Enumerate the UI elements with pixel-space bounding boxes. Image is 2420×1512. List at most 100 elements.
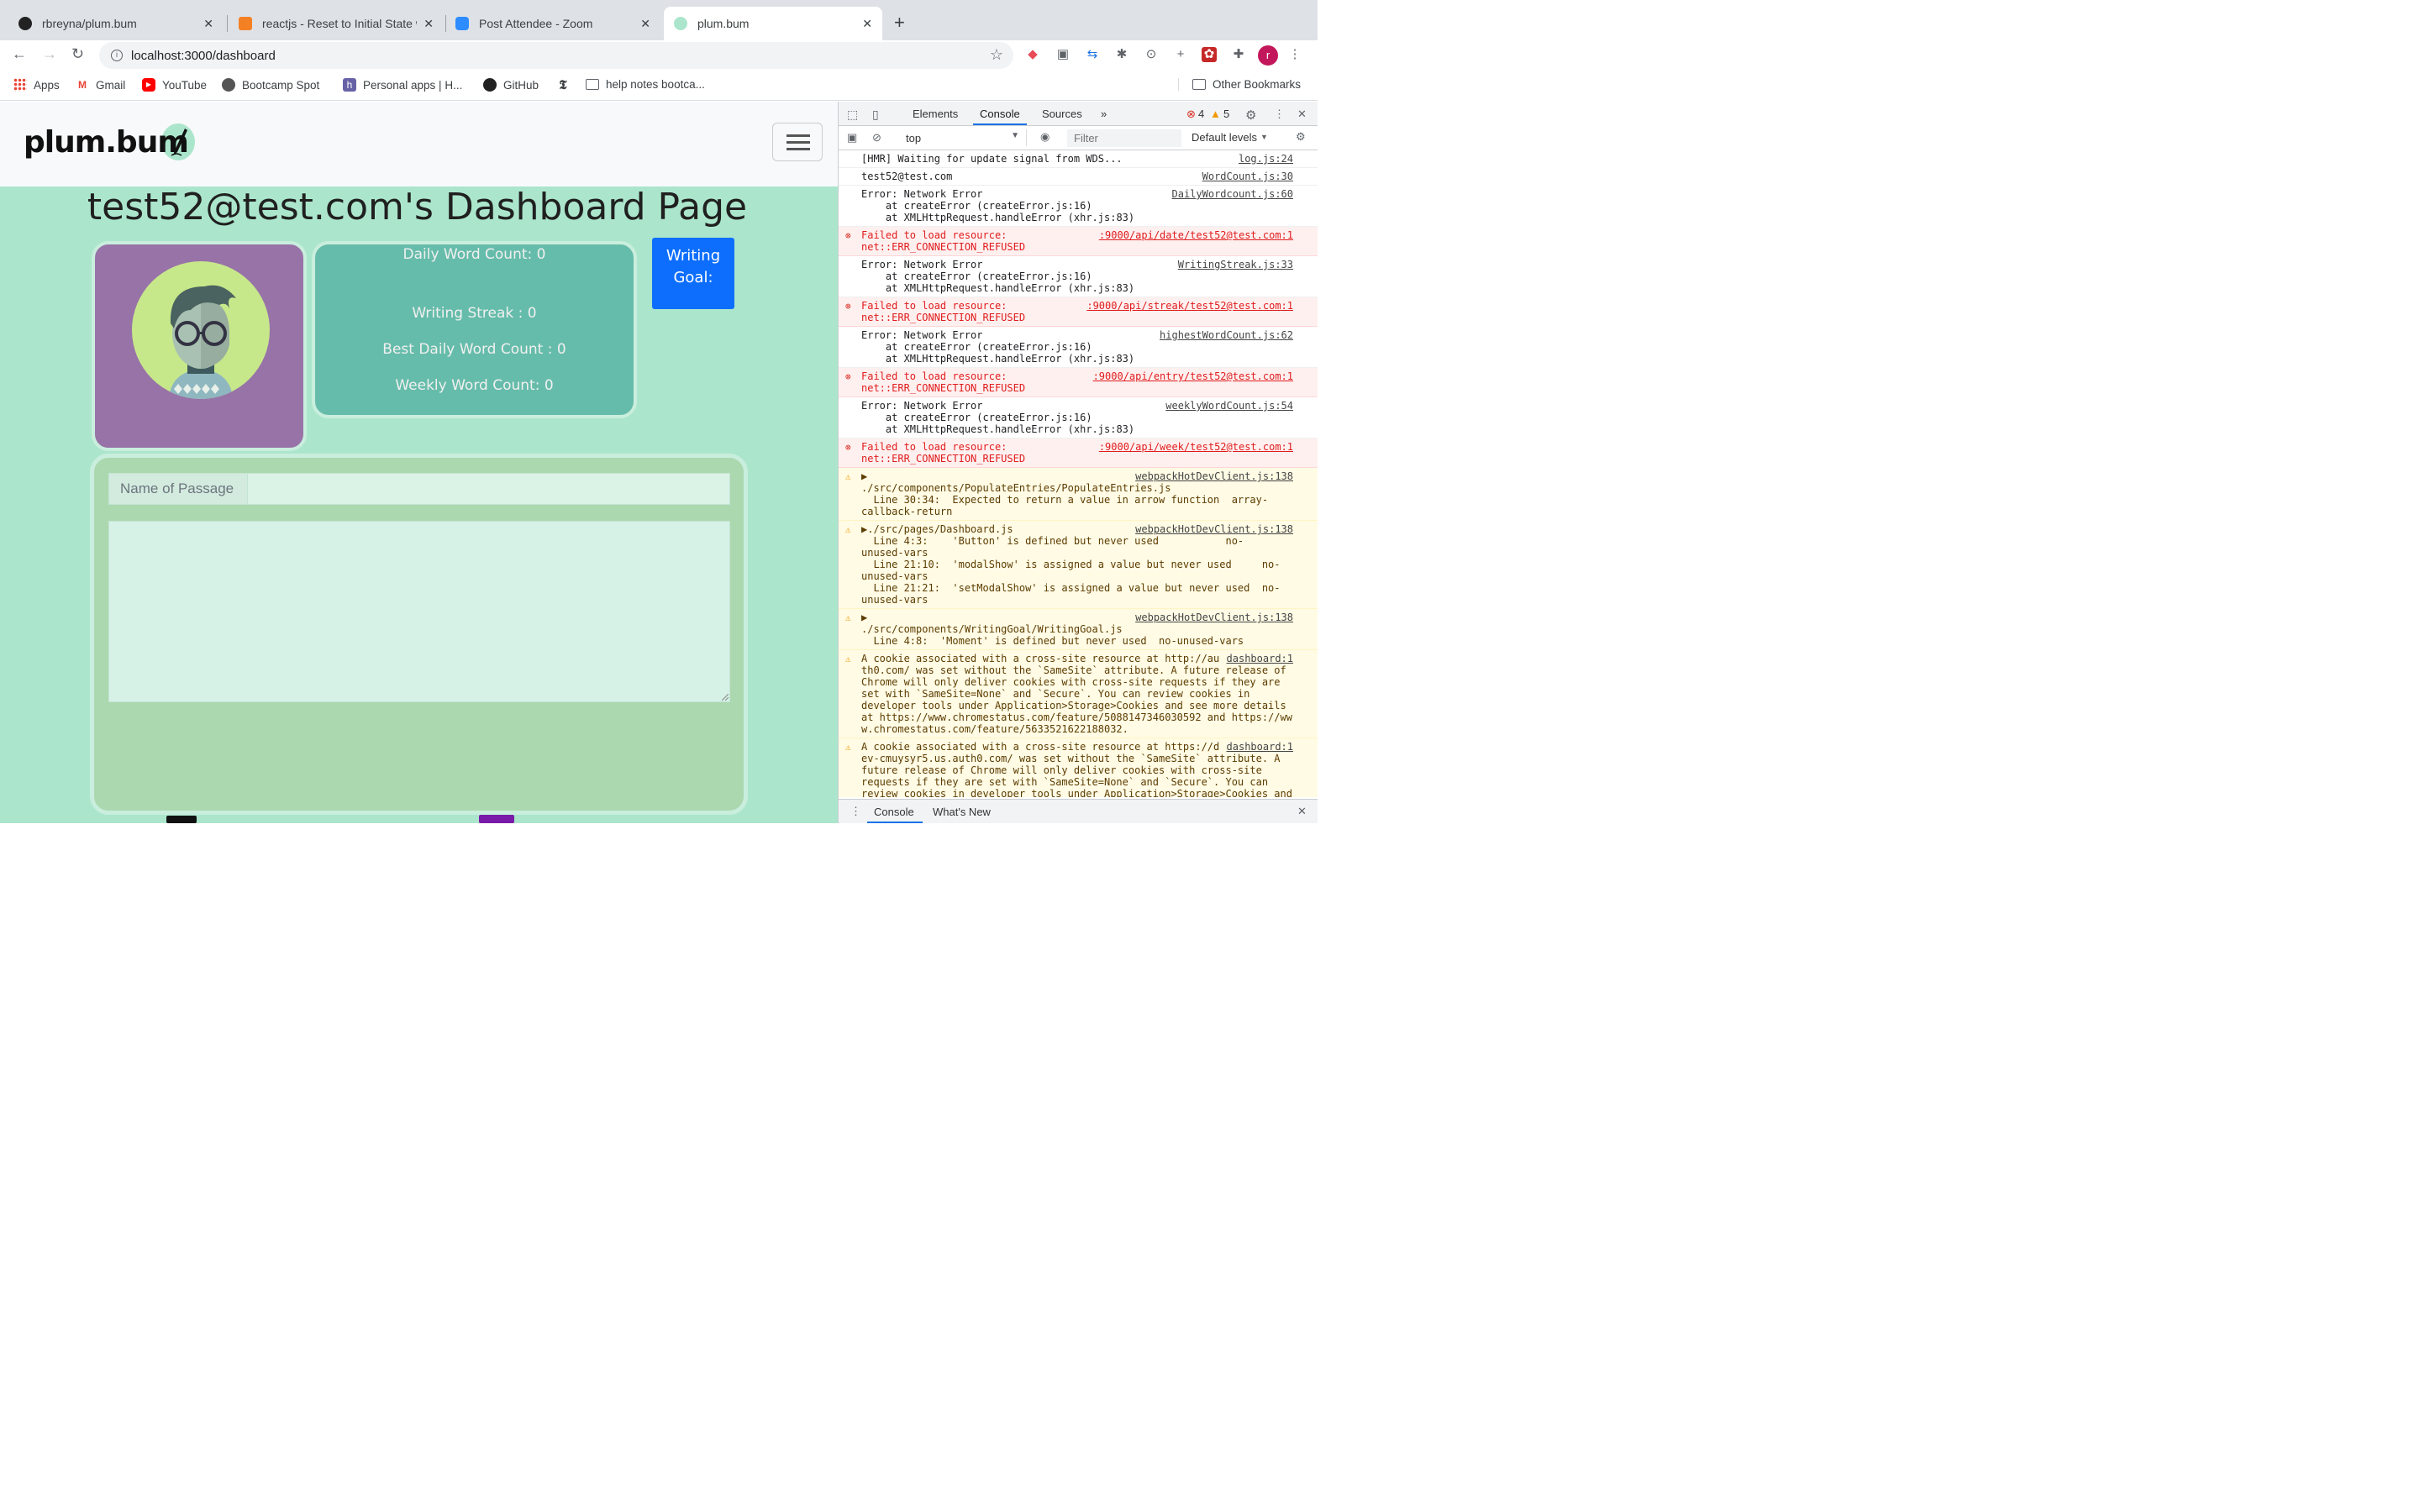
console-error-row[interactable]: ⊗ Failed to load resource: net::ERR_CONNE… — [839, 227, 1318, 256]
bookmark-personal-apps[interactable]: h Personal apps | H... — [343, 78, 462, 92]
tab-elements[interactable]: Elements — [913, 108, 958, 120]
console-log-row[interactable]: test52@test.com WordCount.js:30 — [839, 168, 1318, 186]
clear-console-icon[interactable]: ⊘ — [872, 131, 881, 144]
close-tab-icon[interactable]: ✕ — [640, 17, 650, 31]
console-error-row[interactable]: ⊗ Failed to load resource: net::ERR_CONNE… — [839, 297, 1318, 327]
close-devtools-icon[interactable]: ✕ — [1297, 108, 1307, 121]
close-tab-icon[interactable]: ✕ — [862, 17, 872, 31]
app-logo[interactable]: plum.bum — [24, 125, 189, 160]
bookmark-gmail[interactable]: M Gmail — [76, 78, 125, 92]
bookmark-youtube[interactable]: ▶ YouTube — [142, 78, 207, 92]
reload-icon[interactable]: ↻ — [71, 45, 84, 63]
tab-console[interactable]: Console — [980, 108, 1020, 120]
purple-button[interactable] — [479, 815, 514, 823]
entry-textarea[interactable] — [108, 521, 730, 702]
live-expression-eye-icon[interactable]: ◉ — [1040, 130, 1050, 144]
back-icon[interactable]: ← — [12, 45, 27, 63]
console-source-link[interactable]: :9000/api/entry/test52@test.com:1 — [1092, 370, 1293, 382]
tab-sources[interactable]: Sources — [1042, 108, 1082, 120]
console-filter-input[interactable] — [1067, 129, 1181, 147]
extension-code-icon[interactable]: ⊙ — [1144, 47, 1159, 62]
inspect-icon[interactable]: ⬚ — [847, 108, 858, 122]
console-source-link[interactable]: WordCount.js:30 — [1202, 171, 1293, 182]
console-warning-row[interactable]: ⚠ ▶ ./src/components/WritingGoal/WritingG… — [839, 609, 1318, 650]
site-info-icon[interactable]: i — [111, 50, 123, 61]
console-log-row[interactable]: [HMR] Waiting for update signal from WDS… — [839, 150, 1318, 168]
console-log-row[interactable]: Error: Network Error at createError (cre… — [839, 256, 1318, 297]
device-toggle-icon[interactable]: ▯ — [872, 108, 879, 122]
console-log-row[interactable]: Error: Network Error at createError (cre… — [839, 186, 1318, 227]
console-source-link[interactable]: log.js:24 — [1239, 153, 1293, 165]
browser-tab-plumbum[interactable]: plum.bum ✕ — [664, 7, 882, 40]
console-log-row[interactable]: Error: Network Error at createError (cre… — [839, 397, 1318, 438]
browser-tab-stackoverflow[interactable]: reactjs - Reset to Initial State w ✕ — [229, 7, 444, 40]
extension-arrows-icon[interactable]: ⇆ — [1085, 47, 1100, 62]
apps-grid-icon — [13, 78, 27, 92]
drawer-tab-whats-new[interactable]: What's New — [933, 806, 991, 818]
writing-goal-button[interactable]: Writing Goal: — [652, 238, 734, 309]
console-warning-row[interactable]: ⚠ A cookie associated with a cross-site r… — [839, 650, 1318, 738]
extension-red-icon[interactable]: ✿ — [1202, 47, 1217, 62]
resize-handle-icon[interactable] — [722, 694, 729, 701]
error-count-icon[interactable]: ⊗ — [1186, 108, 1196, 121]
console-source-link[interactable]: weeklyWordCount.js:54 — [1165, 400, 1293, 412]
bookmark-help-notes[interactable]: help notes bootca... — [586, 78, 705, 91]
screenshot-icon[interactable]: ▣ — [1055, 47, 1071, 62]
bookmark-nytimes[interactable]: 𝕿 — [556, 78, 576, 92]
context-select[interactable]: top ▼ — [901, 129, 1027, 146]
bug-icon[interactable]: ✱ — [1114, 47, 1129, 62]
console-source-link[interactable]: :9000/api/week/test52@test.com:1 — [1098, 441, 1293, 453]
passage-name-input-group[interactable]: Name of Passage — [108, 473, 730, 505]
more-options-icon[interactable]: ⋮ — [1274, 108, 1285, 121]
extensions-puzzle-icon[interactable]: ✚ — [1231, 47, 1246, 62]
console-source-link[interactable]: WritingStreak.js:33 — [1178, 259, 1293, 270]
browser-tab-zoom[interactable]: Post Attendee - Zoom ✕ — [445, 7, 660, 40]
settings-gear-icon[interactable]: ⚙ — [1245, 108, 1256, 123]
close-drawer-icon[interactable]: ✕ — [1297, 805, 1307, 818]
console-source-link[interactable]: webpackHotDevClient.js:138 — [1135, 523, 1293, 535]
console-source-link[interactable]: webpackHotDevClient.js:138 — [1135, 612, 1293, 623]
console-source-link[interactable]: webpackHotDevClient.js:138 — [1135, 470, 1293, 482]
tab-title: reactjs - Reset to Initial State w — [262, 17, 418, 30]
navbar-toggle-button[interactable] — [772, 123, 823, 161]
tab-title: plum.bum — [697, 17, 750, 30]
console-warning-row[interactable]: ⚠ A cookie associated with a cross-site r… — [839, 738, 1318, 797]
log-levels-select[interactable]: Default levels — [1192, 131, 1257, 144]
warning-count-icon[interactable]: ▲ — [1210, 108, 1221, 120]
console-source-link[interactable]: :9000/api/streak/test52@test.com:1 — [1086, 300, 1293, 312]
extension-video-icon[interactable]: ◆ — [1025, 47, 1040, 62]
console-warning-row[interactable]: ⚠ ▶./src/pages/Dashboard.js Line 4:3: 'Bu… — [839, 521, 1318, 609]
browser-tab-github[interactable]: rbreyna/plum.bum ✕ — [8, 7, 224, 40]
forward-icon[interactable]: → — [42, 45, 57, 63]
close-tab-icon[interactable]: ✕ — [424, 17, 434, 31]
drawer-tab-console[interactable]: Console — [874, 806, 914, 818]
bookmark-github[interactable]: GitHub — [483, 78, 539, 92]
bookmark-bootcamp-spot[interactable]: Bootcamp Spot — [222, 78, 319, 92]
close-tab-icon[interactable]: ✕ — [203, 17, 213, 31]
console-error-row[interactable]: ⊗ Failed to load resource: net::ERR_CONNE… — [839, 368, 1318, 397]
url-text: localhost:3000/dashboard — [131, 48, 276, 63]
browser-menu-icon[interactable]: ⋮ — [1287, 47, 1302, 62]
console-warning-row[interactable]: ⚠ ▶ ./src/components/PopulateEntries/Popu… — [839, 468, 1318, 521]
bookmark-apps[interactable]: Apps — [13, 78, 60, 92]
console-source-link[interactable]: :9000/api/date/test52@test.com:1 — [1098, 229, 1293, 241]
sidebar-toggle-icon[interactable]: ▣ — [847, 131, 857, 144]
console-error-row[interactable]: ⊗ Failed to load resource: net::ERR_CONNE… — [839, 438, 1318, 468]
other-bookmarks[interactable]: Other Bookmarks — [1178, 78, 1301, 91]
console-log-row[interactable]: Error: Network Error at createError (cre… — [839, 327, 1318, 368]
more-tabs-icon[interactable]: » — [1101, 108, 1107, 120]
console-source-link[interactable]: dashboard:1 — [1226, 741, 1293, 753]
plumbum-icon — [674, 17, 687, 30]
edit-icon[interactable] — [166, 816, 197, 823]
plus-extension-icon[interactable]: + — [1173, 47, 1188, 62]
console-source-link[interactable]: dashboard:1 — [1226, 653, 1293, 664]
console-settings-gear-icon[interactable]: ⚙ — [1296, 130, 1306, 144]
address-bar[interactable]: i localhost:3000/dashboard ☆ — [99, 42, 1013, 69]
console-source-link[interactable]: highestWordCount.js:62 — [1160, 329, 1293, 341]
new-tab-icon[interactable]: + — [894, 12, 905, 34]
console-source-link[interactable]: DailyWordcount.js:60 — [1172, 188, 1294, 200]
drawer-menu-icon[interactable]: ⋮ — [850, 805, 861, 818]
bookmark-star-icon[interactable]: ☆ — [990, 46, 1003, 64]
profile-avatar[interactable]: r — [1258, 45, 1278, 66]
warning-icon: ⚠ — [845, 471, 851, 482]
